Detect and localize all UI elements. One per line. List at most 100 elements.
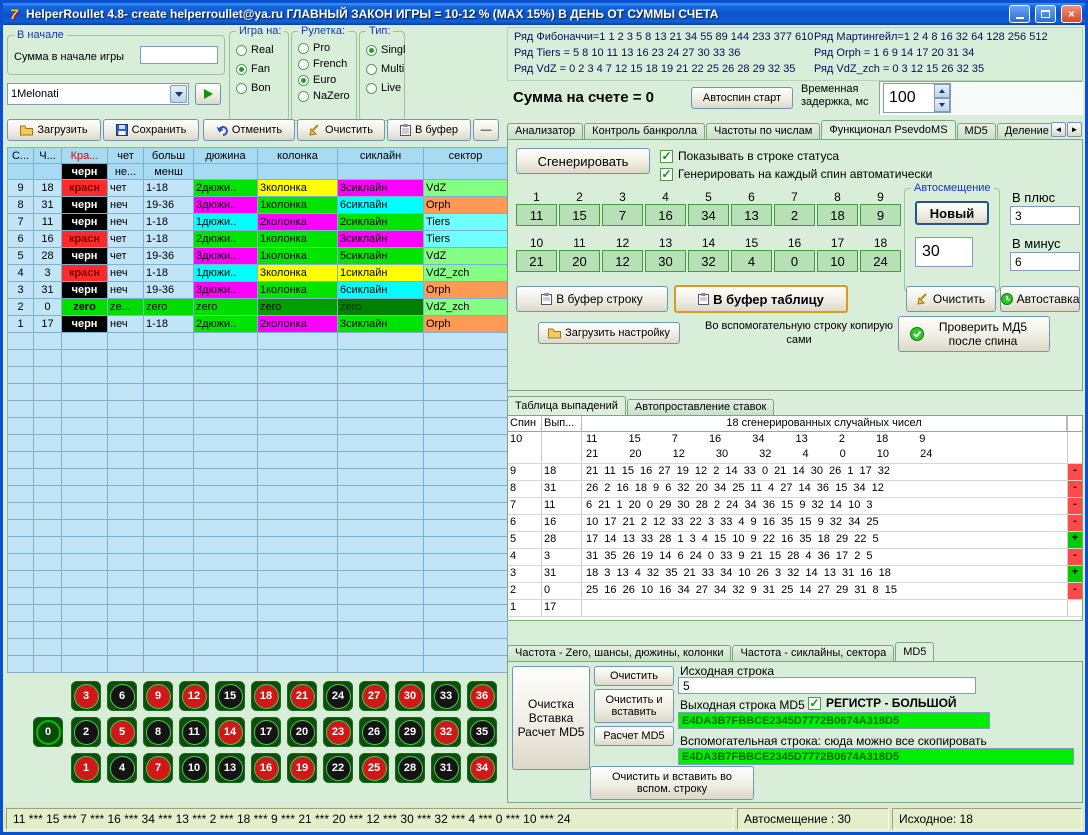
- maximize-button[interactable]: [1035, 5, 1056, 23]
- autospin-start-button[interactable]: Автоспин старт: [691, 87, 793, 109]
- board-cell-20[interactable]: 20: [287, 717, 317, 747]
- load-settings-button[interactable]: Загрузить настройку: [538, 322, 680, 344]
- preset-combobox[interactable]: 1Melonati: [7, 83, 189, 105]
- save-button[interactable]: Сохранить: [103, 119, 199, 141]
- board-cell-19[interactable]: 19: [287, 753, 317, 783]
- board-cell-27[interactable]: 27: [359, 681, 389, 711]
- board-cell-36[interactable]: 36: [467, 681, 497, 711]
- minimize-button[interactable]: [1009, 5, 1030, 23]
- spins-row[interactable]: 4331 35 26 19 14 6 24 0 33 9 21 15 28 4 …: [508, 549, 1082, 566]
- md5-clear-paste-button[interactable]: Очистить и вставить: [594, 689, 674, 723]
- source-string-input[interactable]: 5: [678, 677, 976, 694]
- history-row[interactable]: 918краснчет1-182дюжи..3колонка3сиклайнVd…: [8, 180, 508, 197]
- board-cell-29[interactable]: 29: [395, 717, 425, 747]
- history-table[interactable]: С...Ч...Кра...четбольшдюжинаколонкасикла…: [7, 147, 508, 673]
- generate-button[interactable]: Сгенерировать: [516, 148, 650, 174]
- history-row[interactable]: 711черннеч1-181дюжи..2колонка2сиклайнTie…: [8, 214, 508, 231]
- board-cell-2[interactable]: 2: [71, 717, 101, 747]
- spins-row[interactable]: 33118 3 13 4 32 35 21 33 34 10 26 3 32 1…: [508, 566, 1082, 583]
- board-cell-25[interactable]: 25: [359, 753, 389, 783]
- spins-row[interactable]: 7116 21 1 20 0 29 30 28 2 24 34 36 15 9 …: [508, 498, 1082, 515]
- board-cell-5[interactable]: 5: [107, 717, 137, 747]
- history-row[interactable]: 616краснчет1-182дюжи..1колонка3сиклайнTi…: [8, 231, 508, 248]
- md5-master-button[interactable]: Очистка Вставка Расчет MD5: [512, 666, 590, 770]
- play-button[interactable]: [195, 83, 221, 105]
- board-cell-33[interactable]: 33: [431, 681, 461, 711]
- spins-row[interactable]: 2025 16 26 10 16 34 27 34 32 9 31 25 14 …: [508, 583, 1082, 600]
- board-cell-11[interactable]: 11: [179, 717, 209, 747]
- spinner-up-button[interactable]: [934, 84, 950, 98]
- board-cell-4[interactable]: 4: [107, 753, 137, 783]
- board-cell-26[interactable]: 26: [359, 717, 389, 747]
- collapse-button[interactable]: —: [473, 119, 499, 141]
- md5-clear-button[interactable]: Очистить: [594, 666, 674, 686]
- freq-tab-1[interactable]: Частота - сиклайны, сектора: [732, 645, 894, 661]
- board-cell-24[interactable]: 24: [323, 681, 353, 711]
- plus-value[interactable]: 3: [1010, 206, 1080, 225]
- main-tab-1[interactable]: Контроль банкролла: [584, 123, 705, 139]
- start-sum-input[interactable]: [140, 46, 218, 64]
- history-row[interactable]: 20zeroze...zerozerozerozeroVdZ_zch: [8, 299, 508, 316]
- spinner-down-button[interactable]: [934, 98, 950, 112]
- undo-button[interactable]: Отменить: [203, 119, 295, 141]
- main-tab-2[interactable]: Частоты по числам: [706, 123, 820, 139]
- board-cell-32[interactable]: 32: [431, 717, 461, 747]
- tab-scroll-left-button[interactable]: ◄: [1051, 122, 1066, 137]
- board-cell-16[interactable]: 16: [251, 753, 281, 783]
- freq-tab-2[interactable]: MD5: [895, 642, 934, 661]
- spins-tab-1[interactable]: Автопроставление ставок: [627, 399, 774, 415]
- board-cell-28[interactable]: 28: [395, 753, 425, 783]
- md5-calc-button[interactable]: Расчет MD5: [594, 726, 674, 746]
- board-cell-22[interactable]: 22: [323, 753, 353, 783]
- type-radio-multi[interactable]: Multi: [366, 63, 405, 75]
- board-cell-6[interactable]: 6: [107, 681, 137, 711]
- spins-row[interactable]: 61610 17 21 2 12 33 22 3 33 4 9 16 35 15…: [508, 515, 1082, 532]
- md5-output-field[interactable]: E4DA3B7FBBCE2345D7772B0674A318D5: [678, 712, 990, 729]
- main-tab-0[interactable]: Анализатор: [507, 123, 583, 139]
- game-radio-fan[interactable]: Fan: [236, 63, 274, 75]
- board-cell-9[interactable]: 9: [143, 681, 173, 711]
- load-button[interactable]: Загрузить: [7, 119, 101, 141]
- spins-row[interactable]: 117: [508, 600, 1082, 617]
- to-buffer-button[interactable]: В буфер: [387, 119, 471, 141]
- game-radio-real[interactable]: Real: [236, 44, 274, 56]
- main-tab-4[interactable]: MD5: [957, 123, 996, 139]
- main-tab-5[interactable]: Деление ко: [997, 123, 1052, 139]
- board-cell-7[interactable]: 7: [143, 753, 173, 783]
- new-button[interactable]: Новый: [915, 201, 989, 225]
- roulette-radio-french[interactable]: French: [298, 58, 350, 70]
- buffer-table-button[interactable]: В буфер таблицу: [674, 285, 848, 313]
- autoshift-value[interactable]: 30: [915, 237, 973, 267]
- board-cell-17[interactable]: 17: [251, 717, 281, 747]
- minus-value[interactable]: 6: [1010, 252, 1080, 271]
- type-radio-live[interactable]: Live: [366, 82, 405, 94]
- tab-scroll-right-button[interactable]: ►: [1067, 122, 1082, 137]
- board-cell-23[interactable]: 23: [323, 717, 353, 747]
- roulette-radio-euro[interactable]: Euro: [298, 74, 350, 86]
- history-row[interactable]: 331черннеч19-363дюжи..1колонка6сиклайнOr…: [8, 282, 508, 299]
- history-row[interactable]: 117черннеч1-182дюжи..2колонка3сиклайнOrp…: [8, 316, 508, 333]
- spins-tab-0[interactable]: Таблица выпадений: [507, 396, 626, 415]
- board-cell-3[interactable]: 3: [71, 681, 101, 711]
- autobet-button[interactable]: Автоставка: [1000, 286, 1080, 312]
- board-cell-8[interactable]: 8: [143, 717, 173, 747]
- history-row[interactable]: 831черннеч19-363дюжи..1колонка6сиклайнOr…: [8, 197, 508, 214]
- board-cell-10[interactable]: 10: [179, 753, 209, 783]
- spins-table[interactable]: Спин Вып... 18 сгенерированных случайных…: [507, 415, 1083, 621]
- md5-helper-field[interactable]: E4DA3B7FBBCE2345D7772B0674A318D5: [678, 748, 1074, 765]
- md5-clear-paste-helper-button[interactable]: Очистить и вставить во вспом. строку: [590, 766, 754, 800]
- board-cell-zero[interactable]: 0: [33, 717, 63, 747]
- board-cell-18[interactable]: 18: [251, 681, 281, 711]
- roulette-radio-nazero[interactable]: NaZero: [298, 90, 350, 102]
- spins-row[interactable]: 52817 14 13 33 28 1 3 4 15 10 9 22 16 35…: [508, 532, 1082, 549]
- clear-generated-button[interactable]: Очистить: [906, 286, 996, 312]
- board-cell-31[interactable]: 31: [431, 753, 461, 783]
- board-cell-15[interactable]: 15: [215, 681, 245, 711]
- combo-dropdown-button[interactable]: [170, 85, 187, 103]
- main-tab-3[interactable]: Функционал PsevdoMS: [821, 120, 955, 139]
- close-button[interactable]: ×: [1061, 5, 1082, 23]
- board-cell-1[interactable]: 1: [71, 753, 101, 783]
- checkbox-uppercase[interactable]: ✓ РЕГИСТР - БОЛЬШОЙ: [808, 696, 957, 710]
- history-row[interactable]: 43красннеч1-181дюжи..3колонка1сиклайнVdZ…: [8, 265, 508, 282]
- spins-row[interactable]: 91821 11 15 16 27 19 12 2 14 33 0 21 14 …: [508, 464, 1082, 481]
